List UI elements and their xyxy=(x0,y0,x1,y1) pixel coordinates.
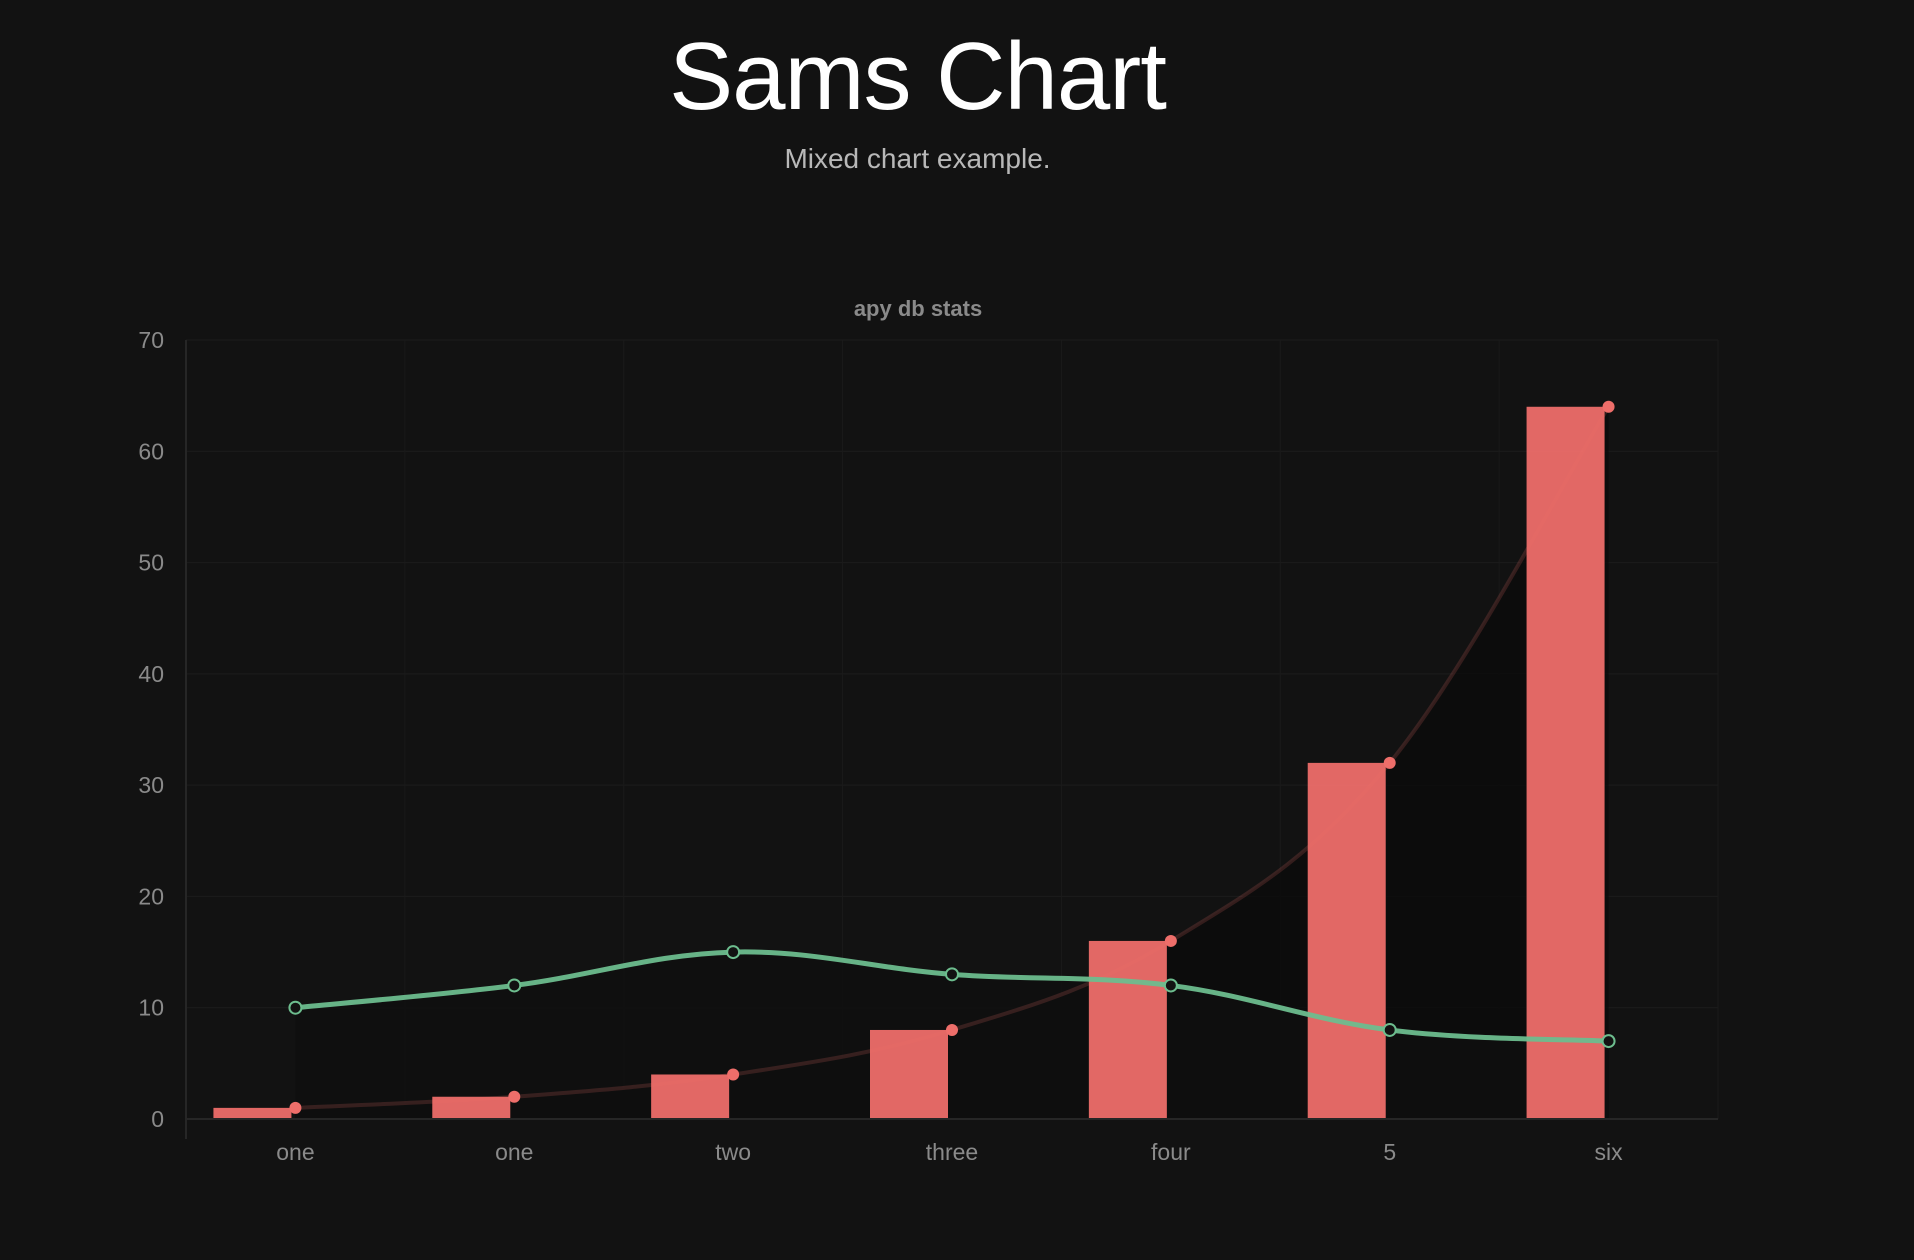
series-point xyxy=(726,945,741,960)
series-point xyxy=(508,1090,521,1103)
x-tick-label: 5 xyxy=(1383,1139,1396,1165)
series-point xyxy=(946,1023,958,1036)
y-tick-label: 60 xyxy=(138,438,164,464)
mixed-chart: apy db stats 0 10 20 30 40 50 60 70 one one two thr… xyxy=(138,296,1719,1165)
bar xyxy=(1526,406,1605,1119)
bar xyxy=(1088,940,1167,1119)
x-tick-label: one xyxy=(495,1139,533,1165)
y-tick-label: 70 xyxy=(138,327,164,353)
fill-layer xyxy=(295,406,1609,1119)
y-tick-label: 50 xyxy=(138,550,164,576)
x-tick-label: six xyxy=(1595,1139,1624,1165)
y-tick-label: 40 xyxy=(138,661,164,687)
series-point xyxy=(727,1068,740,1081)
bar xyxy=(1307,762,1386,1119)
series-point xyxy=(1601,1034,1616,1049)
series-point xyxy=(1602,400,1615,413)
series-point xyxy=(288,1000,303,1015)
x-tick-label: one xyxy=(276,1139,314,1165)
x-tick-label: two xyxy=(715,1139,751,1165)
series-point xyxy=(1164,934,1177,947)
x-tick-label: four xyxy=(1151,1139,1191,1165)
series-point xyxy=(1382,1022,1397,1037)
x-tick-label: three xyxy=(926,1139,978,1165)
series-point xyxy=(945,967,959,982)
chart-title: apy db stats xyxy=(854,296,982,321)
y-tick-label: 10 xyxy=(138,995,164,1021)
y-tick-label: 30 xyxy=(138,772,164,798)
bar xyxy=(213,1107,292,1119)
series-point xyxy=(1163,978,1178,993)
y-tick-label: 0 xyxy=(151,1106,164,1132)
series-point xyxy=(507,978,522,993)
y-tick-label: 20 xyxy=(138,883,164,909)
series-point xyxy=(1383,756,1396,769)
series-point xyxy=(289,1101,302,1114)
